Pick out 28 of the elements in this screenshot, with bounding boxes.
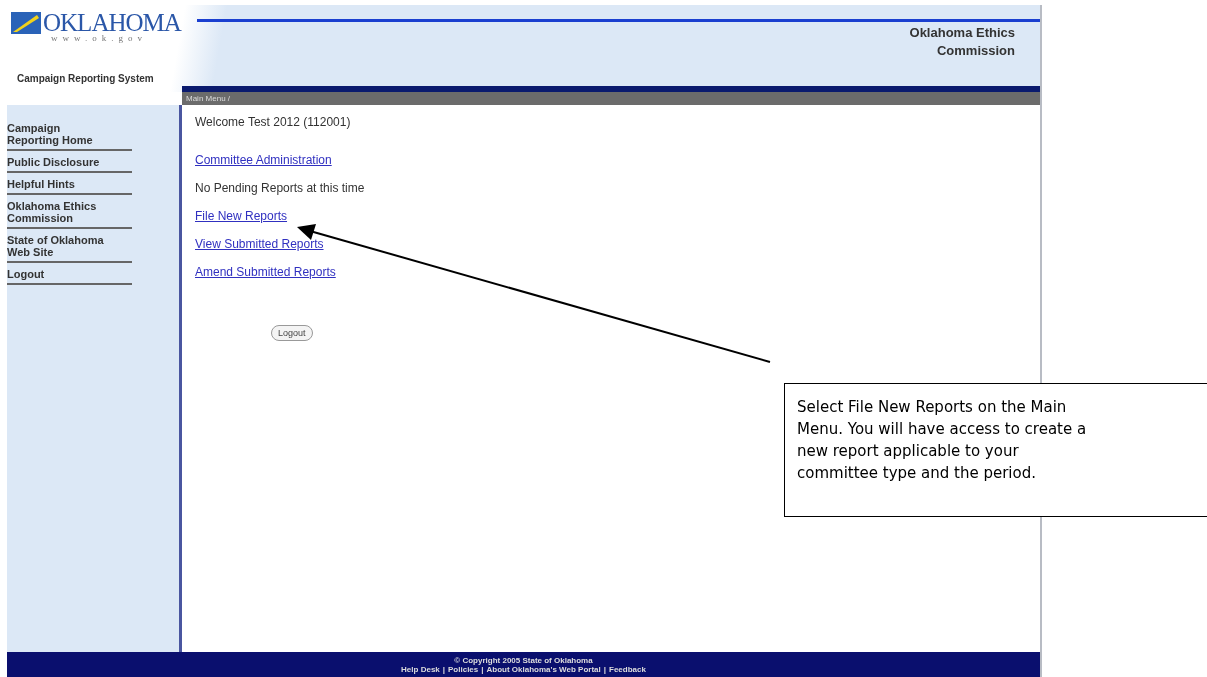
menu-link[interactable]: View Submitted Reports <box>195 237 324 251</box>
welcome-text: Welcome Test 2012 (112001) <box>195 115 351 129</box>
status-text: No Pending Reports at this time <box>195 181 365 195</box>
callout-note: Select File New Reports on the Main Menu. You will have access to create a new report applicable to your committee type and the period. <box>784 383 1207 517</box>
agency-name: Oklahoma Ethics Commission <box>908 24 1015 60</box>
sidebar-link[interactable]: State of Oklahoma Web Site <box>7 229 132 263</box>
logout-button[interactable]: Logout <box>271 325 313 341</box>
footer-link[interactable]: About Oklahoma's Web Portal <box>486 664 601 674</box>
separator: | <box>442 664 446 674</box>
separator: | <box>603 664 606 674</box>
footer-link[interactable]: Help Desk <box>401 664 440 674</box>
footer-link[interactable]: Policies <box>448 664 479 674</box>
copyright-text: © Copyright 2005 State of Oklahoma <box>454 655 593 665</box>
menu-link[interactable]: Committee Administration <box>195 153 332 167</box>
separator: | <box>481 664 484 674</box>
logo-title: OKLAHOMA <box>43 9 181 36</box>
menu-link[interactable]: Amend Submitted Reports <box>195 265 336 279</box>
sidebar-link[interactable]: Logout <box>7 263 132 285</box>
sidebar-link[interactable]: Helpful Hints <box>7 173 132 195</box>
footer-link[interactable]: Feedback <box>609 664 646 674</box>
sidebar-link[interactable]: Public Disclosure <box>7 151 132 173</box>
breadcrumb: Main Menu / <box>185 94 231 103</box>
logo-url: www.ok.gov <box>50 33 148 43</box>
menu-link[interactable]: File New Reports <box>195 209 288 223</box>
system-name: Campaign Reporting System <box>17 73 154 84</box>
sidebar-link[interactable]: Campaign Reporting Home <box>7 117 132 151</box>
sidebar-link[interactable]: Oklahoma Ethics Commission <box>7 195 132 229</box>
flag-icon <box>11 12 41 34</box>
